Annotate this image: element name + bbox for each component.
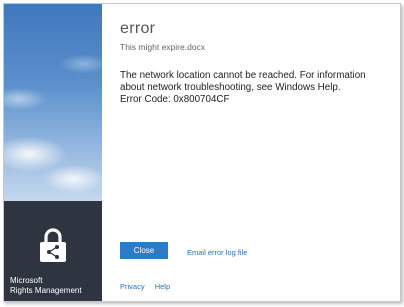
brand-line-2: Rights Management [10, 286, 82, 295]
email-error-log-link[interactable]: Email error log file [187, 248, 247, 257]
brand-name: Microsoft Rights Management [10, 276, 82, 296]
footer-links: Privacy Help [120, 282, 178, 291]
error-message-line-1: The network location cannot be reached. … [120, 70, 366, 81]
lock-share-icon [40, 228, 66, 262]
privacy-link[interactable]: Privacy [120, 282, 145, 291]
help-link[interactable]: Help [155, 282, 170, 291]
error-message-line-2: about network troubleshooting, see Windo… [120, 82, 341, 93]
error-message: The network location cannot be reached. … [120, 70, 390, 106]
branding-panel: Microsoft Rights Management [4, 4, 102, 301]
dialog-title: error [120, 20, 156, 37]
dialog-content: error This might expire.docx The network… [102, 4, 400, 301]
brand-block: Microsoft Rights Management [4, 201, 102, 301]
file-name: This might expire.docx [120, 42, 206, 52]
brand-line-1: Microsoft [10, 276, 43, 285]
error-code-line: Error Code: 0x800704CF [120, 94, 230, 105]
sky-background-image [4, 4, 102, 201]
error-dialog: Microsoft Rights Management error This m… [3, 3, 401, 302]
close-button[interactable]: Close [120, 242, 168, 259]
